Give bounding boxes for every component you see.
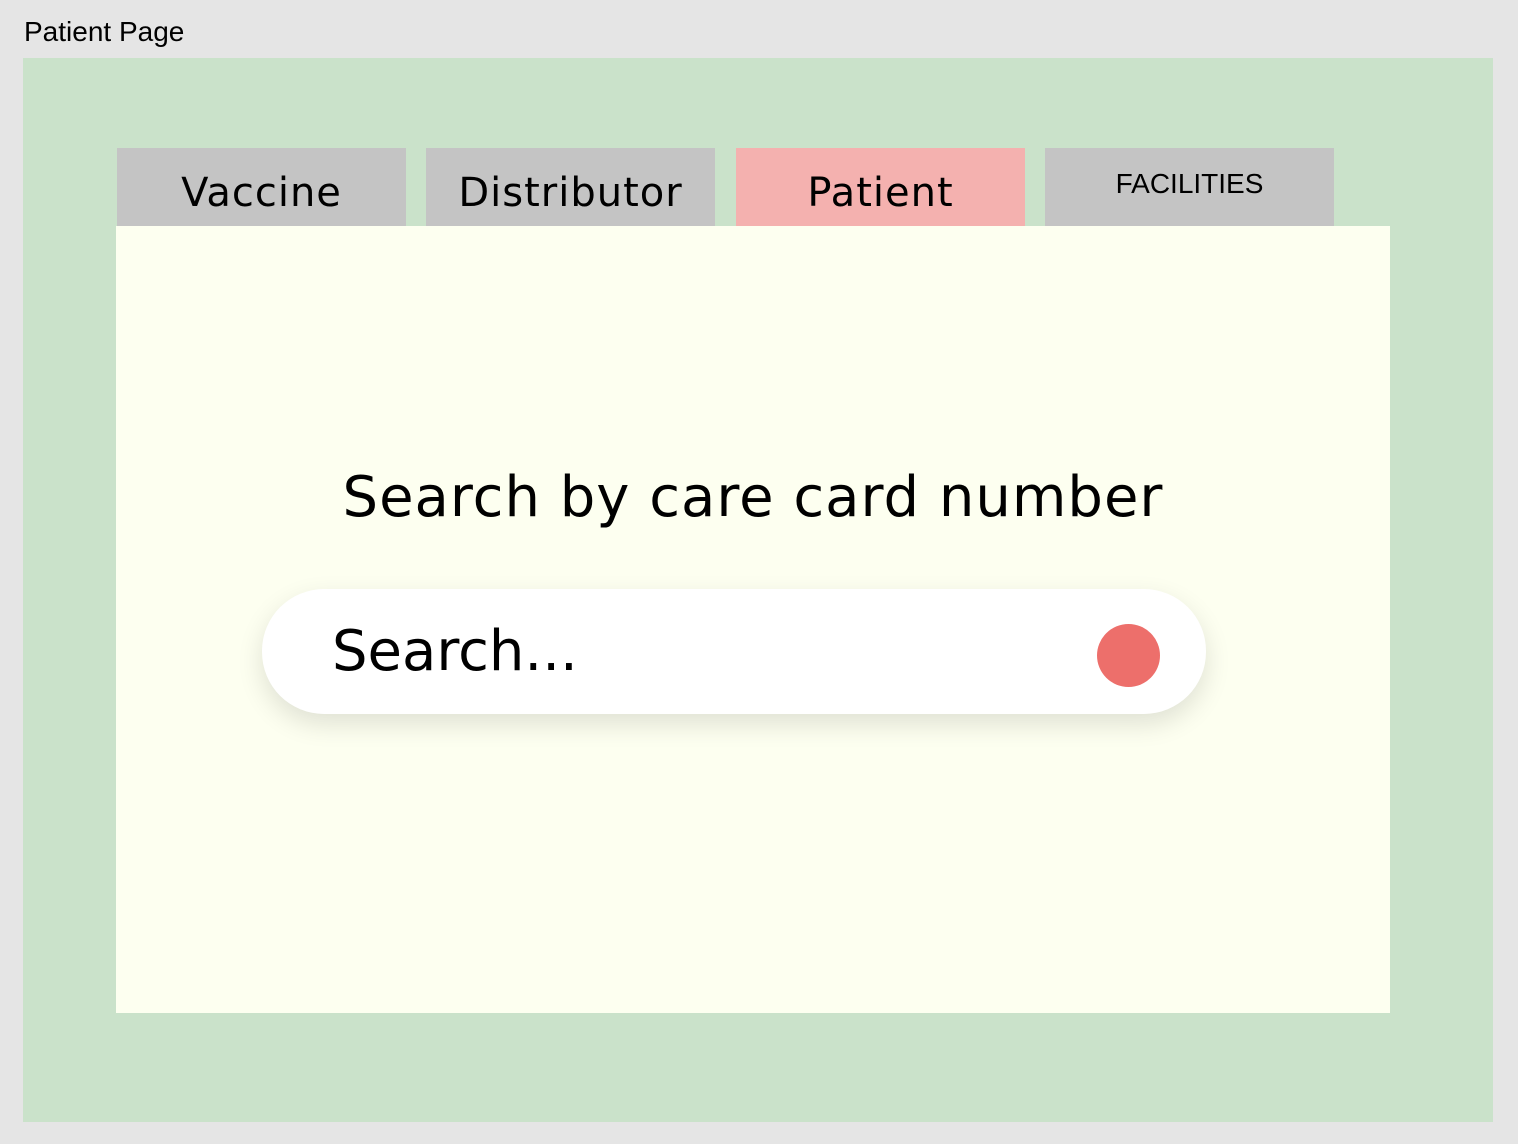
tab-patient-label: Patient: [807, 170, 954, 216]
search-bar: [262, 589, 1206, 714]
tab-facilities-label: FACILITIES: [1115, 168, 1264, 199]
tab-vaccine-label: Vaccine: [181, 170, 342, 216]
patient-search-panel: Search by care card number: [116, 226, 1390, 1013]
tab-patient[interactable]: Patient: [736, 148, 1025, 228]
tab-vaccine[interactable]: Vaccine: [117, 148, 406, 228]
tab-facilities[interactable]: FACILITIES: [1045, 148, 1334, 228]
tab-distributor-label: Distributor: [458, 170, 683, 216]
search-heading: Search by care card number: [342, 465, 1164, 530]
search-dot-icon[interactable]: [1097, 624, 1160, 687]
search-input[interactable]: [332, 611, 1072, 691]
patient-page-frame: Vaccine Distributor Patient FACILITIES S…: [23, 58, 1493, 1122]
tab-distributor[interactable]: Distributor: [426, 148, 715, 228]
frame-title: Patient Page: [24, 16, 185, 47]
